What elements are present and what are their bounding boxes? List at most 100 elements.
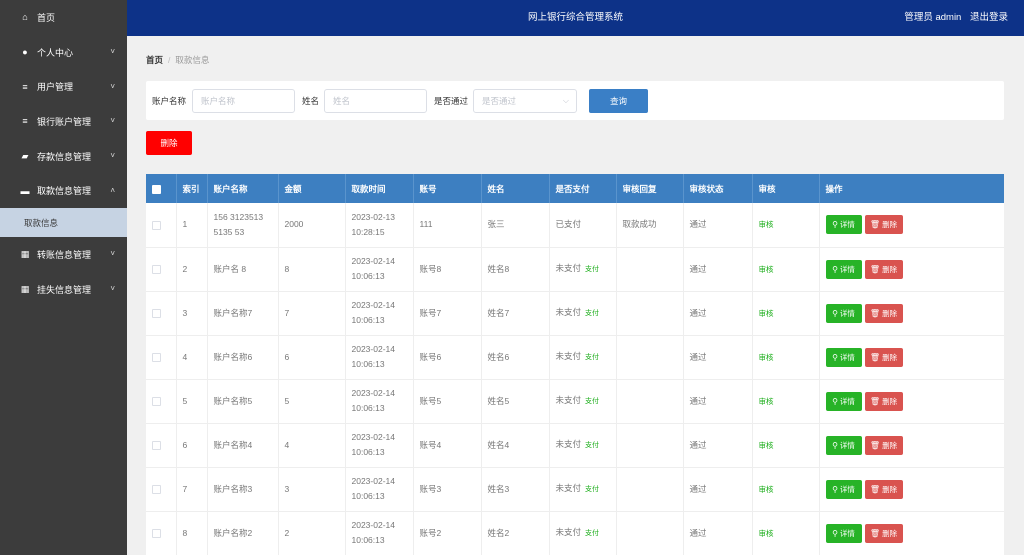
search-icon: ⚲ [832,308,838,318]
print-icon: ▬ [20,185,30,196]
pay-link[interactable]: 支付 [585,442,599,449]
cell-account-name: 账户名称4 [207,423,279,468]
main-content: 首页 / 取款信息 账户名称 姓名 是否通过 是否通过 ⌵ 查询 删除 [127,36,1024,555]
query-button[interactable]: 查询 [589,89,648,113]
cell-status: 通过 [683,467,753,512]
cell-account-name: 账户名称6 [207,335,279,380]
detail-button[interactable]: ⚲ 详情 [825,391,862,411]
chevron-down-icon: ˅ [110,151,115,161]
detail-button[interactable]: ⚲ 详情 [825,523,862,543]
pay-link[interactable]: 支付 [585,310,599,317]
sidebar-item[interactable]: ≡ 用户管理 ˅ [0,69,127,104]
delete-button[interactable]: 🗑 删除 [864,303,903,323]
row-checkbox[interactable] [152,264,161,274]
cell-status: 通过 [683,335,753,380]
row-checkbox[interactable] [152,220,161,230]
cell-account-name: 账户名称2 [207,511,279,555]
cell-review: 审核 [752,467,820,512]
delete-button[interactable]: 🗑 删除 [864,523,903,543]
breadcrumb-home[interactable]: 首页 [146,55,163,65]
column-header: 操作 [819,174,1004,203]
cell-paid: 未支付 支付 [549,291,617,336]
cell-reply [616,423,684,468]
sidebar-item[interactable]: ● 个人中心 ˅ [0,35,127,70]
cell-status: 通过 [683,203,753,248]
sidebar-item[interactable]: ⌂ 首页 [0,0,127,35]
row-checkbox[interactable] [152,484,161,494]
review-link[interactable]: 审核 [759,529,774,538]
search-icon: ⚲ [832,440,838,450]
pay-link[interactable]: 支付 [585,354,599,361]
cell-amount: 6 [278,335,346,380]
cell-reply [616,291,684,336]
review-link[interactable]: 审核 [759,397,774,406]
select-all-checkbox[interactable] [152,184,161,194]
home-icon: ⌂ [22,12,28,23]
cell-actions: ⚲ 详情 🗑 删除 [819,379,1004,424]
row-checkbox[interactable] [152,396,161,406]
cell-amount: 5 [278,379,346,424]
detail-button[interactable]: ⚲ 详情 [825,303,862,323]
select-cell [146,247,177,292]
row-checkbox[interactable] [152,528,161,538]
delete-button[interactable]: 🗑 删除 [864,259,903,279]
pay-link[interactable]: 支付 [585,398,599,405]
delete-button-label: 删除 [882,352,898,362]
sidebar-subitem-withdrawal-info[interactable]: 取款信息 [0,208,127,238]
paid-status: 未支付 [555,395,582,405]
cell-time: 2023-02-14 10:06:13 [345,247,414,292]
row-checkbox[interactable] [152,308,161,318]
pay-link[interactable]: 支付 [585,530,599,537]
cell-account-no: 账号8 [413,247,482,292]
cell-actions: ⚲ 详情 🗑 删除 [819,423,1004,468]
review-link[interactable]: 审核 [759,441,774,450]
name-input[interactable] [324,89,427,113]
delete-button[interactable]: 🗑 删除 [864,479,903,499]
select-all-cell [146,174,177,203]
review-link[interactable]: 审核 [759,265,774,274]
cell-time: 2023-02-14 10:06:13 [345,291,414,336]
detail-button[interactable]: ⚲ 详情 [825,215,862,235]
pay-link[interactable]: 支付 [585,266,599,273]
batch-delete-button[interactable]: 删除 [146,131,192,155]
row-checkbox[interactable] [152,352,161,362]
detail-button-label: 详情 [839,484,855,494]
delete-button[interactable]: 🗑 删除 [864,215,903,235]
cell-status: 通过 [683,291,753,336]
pay-link[interactable]: 支付 [585,486,599,493]
app-title: 网上银行综合管理系统 [527,12,623,23]
cell-amount: 7 [278,291,346,336]
row-checkbox[interactable] [152,440,161,450]
review-link[interactable]: 审核 [759,309,774,318]
table-row: 6 账户名称4 4 2023-02-14 10:06:13 账号4 姓名4 未支付 支付 通过审… [146,423,1004,468]
paid-status: 未支付 [555,483,582,493]
cell-amount: 2000 [278,203,346,248]
delete-button[interactable]: 🗑 删除 [864,435,903,455]
chevron-down-icon: ˅ [110,116,115,126]
detail-button[interactable]: ⚲ 详情 [825,435,862,455]
detail-button[interactable]: ⚲ 详情 [825,259,862,279]
sidebar-item-label: 用户管理 [37,82,74,93]
detail-button[interactable]: ⚲ 详情 [825,347,862,367]
search-icon: ⚲ [832,352,838,362]
delete-button[interactable]: 🗑 删除 [864,347,903,367]
sidebar-item[interactable]: ▦ 转账信息管理 ˅ [0,237,127,272]
sidebar-item[interactable]: ▦ 挂失信息管理 ˅ [0,272,127,307]
detail-button-label: 详情 [839,440,855,450]
review-link[interactable]: 审核 [759,220,774,229]
account-name-input[interactable] [192,89,295,113]
logout-link[interactable]: 退出登录 [970,12,1008,23]
cell-paid: 未支付 支付 [549,423,617,468]
sidebar-item[interactable]: ≡ 银行账户管理 ˅ [0,104,127,139]
cell-reply: 取款成功 [616,203,684,248]
sidebar-item[interactable]: ▬ 取款信息管理 ˄ [0,173,127,208]
cell-paid: 未支付 支付 [549,511,617,555]
approved-select-placeholder: 是否通过 [482,96,517,106]
delete-button[interactable]: 🗑 删除 [864,391,903,411]
review-link[interactable]: 审核 [759,485,774,494]
detail-button-label: 详情 [839,308,855,318]
detail-button[interactable]: ⚲ 详情 [825,479,862,499]
sidebar-item[interactable]: ▰ 存款信息管理 ˅ [0,139,127,174]
approved-select[interactable]: 是否通过 ⌵ [473,89,577,113]
review-link[interactable]: 审核 [759,353,774,362]
